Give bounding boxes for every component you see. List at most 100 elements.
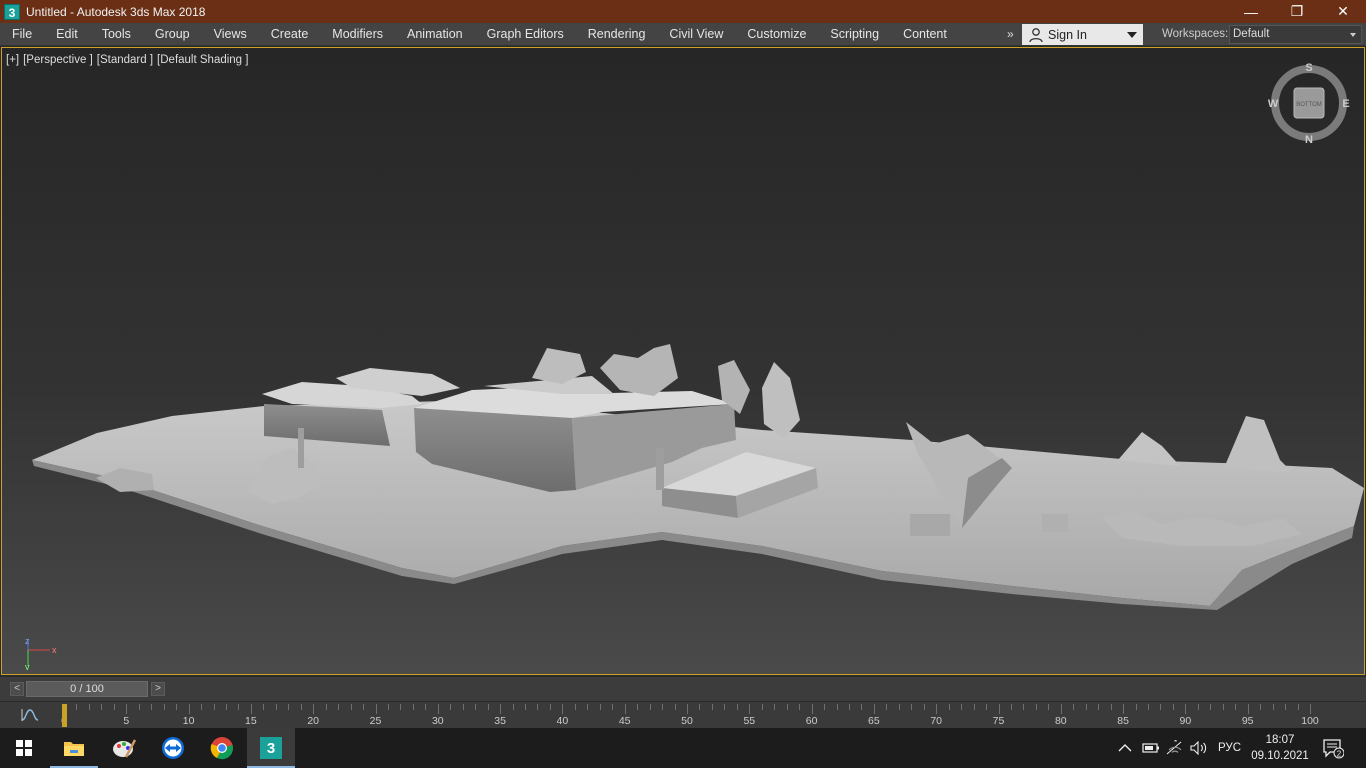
- taskbar-file-explorer[interactable]: [50, 728, 98, 768]
- time-slider[interactable]: < 0 / 100 >: [0, 677, 1366, 701]
- frame-tick: [1110, 704, 1112, 710]
- terrain-mesh[interactable]: [2, 48, 1365, 675]
- 3dsmax-app-icon[interactable]: 3: [4, 3, 20, 20]
- frame-tick: [662, 704, 664, 710]
- frame-tick: [1135, 704, 1137, 710]
- frame-tick: [774, 704, 776, 710]
- frame-tick: [674, 704, 676, 710]
- viewcube[interactable]: BOTTOM S W E N: [1268, 62, 1350, 144]
- frame-tick-label: 15: [245, 715, 257, 727]
- paint-icon: [113, 739, 136, 758]
- frame-tick: [1085, 704, 1087, 710]
- notification-center-icon[interactable]: 2: [1322, 737, 1344, 759]
- minimize-button[interactable]: —: [1228, 0, 1274, 23]
- frame-tick: [201, 704, 203, 710]
- menu-modifiers[interactable]: Modifiers: [320, 23, 395, 46]
- start-button[interactable]: [0, 728, 48, 768]
- wifi-icon[interactable]: *: [1166, 740, 1184, 756]
- taskbar-clock[interactable]: 18:07 09.10.2021: [1248, 732, 1312, 764]
- viewcube-face-label: BOTTOM: [1296, 102, 1322, 108]
- notification-count: 2: [1337, 750, 1342, 759]
- menu-edit[interactable]: Edit: [44, 23, 90, 46]
- frame-tick: [1310, 704, 1311, 714]
- frame-tick-label: 70: [930, 715, 943, 727]
- menu-tools[interactable]: Tools: [90, 23, 143, 46]
- windows-start-icon: [16, 740, 32, 756]
- tree-right: [762, 362, 800, 438]
- close-button[interactable]: ✕: [1320, 0, 1366, 23]
- frame-tick: [462, 704, 464, 710]
- frame-tick: [861, 704, 863, 710]
- time-slider-thumb[interactable]: 0 / 100: [26, 681, 148, 697]
- hill-right-2: [1224, 416, 1292, 472]
- system-tray: * РУС: [1118, 728, 1241, 768]
- mini-curve-editor-icon[interactable]: [20, 708, 40, 722]
- frame-tick: [1272, 704, 1274, 710]
- frame-tick: [587, 704, 589, 710]
- volume-icon[interactable]: [1190, 741, 1208, 755]
- viewcube-compass-e: E: [1342, 98, 1349, 110]
- battery-icon[interactable]: [1142, 742, 1160, 754]
- chevron-down-icon: [1350, 33, 1356, 37]
- sign-in-dropdown[interactable]: Sign In: [1022, 24, 1143, 45]
- menu-views[interactable]: Views: [202, 23, 259, 46]
- hill-right-1: [1118, 432, 1180, 466]
- frame-tick: [1222, 704, 1224, 710]
- chevron-up-icon[interactable]: [1118, 743, 1132, 753]
- menu-civil-view[interactable]: Civil View: [657, 23, 735, 46]
- menu-rendering[interactable]: Rendering: [576, 23, 658, 46]
- frame-tick: [923, 704, 925, 710]
- taskbar-paint[interactable]: [100, 728, 148, 768]
- 3dsmax-icon: 3: [260, 737, 282, 759]
- taskbar-chrome[interactable]: [198, 728, 246, 768]
- taskbar-3dsmax[interactable]: 3: [247, 728, 295, 768]
- previous-frame-button[interactable]: <: [10, 682, 24, 696]
- menu-group[interactable]: Group: [143, 23, 202, 46]
- frame-tick: [88, 704, 90, 710]
- frame-tick-label: 40: [556, 715, 569, 727]
- menu-scripting[interactable]: Scripting: [818, 23, 891, 46]
- input-language-indicator[interactable]: РУС: [1218, 742, 1241, 754]
- frame-tick: [886, 704, 888, 710]
- restore-button[interactable]: ❐: [1274, 0, 1320, 23]
- frame-tick: [1260, 704, 1262, 710]
- viewcube-compass-w: W: [1268, 98, 1279, 110]
- frame-tick: [873, 704, 875, 714]
- menu-graph-editors[interactable]: Graph Editors: [475, 23, 576, 46]
- frame-tick: [1060, 704, 1062, 714]
- track-bar[interactable]: 0510152025303540455055606570758085909510…: [0, 701, 1366, 728]
- menu-customize[interactable]: Customize: [735, 23, 818, 46]
- workspaces-select[interactable]: Default: [1229, 25, 1362, 44]
- frame-tick-label: 60: [805, 715, 818, 727]
- frame-tick: [1023, 704, 1025, 710]
- frame-tick: [1247, 704, 1249, 714]
- frame-tick: [437, 704, 439, 714]
- frame-tick: [275, 704, 277, 710]
- frame-tick-label: 100: [1301, 715, 1319, 727]
- frame-tick: [1148, 704, 1150, 710]
- window-title: Untitled - Autodesk 3ds Max 2018: [26, 4, 206, 19]
- frame-tick: [113, 704, 115, 710]
- menu-create[interactable]: Create: [259, 23, 321, 46]
- menu-overflow-button[interactable]: »: [1007, 23, 1021, 46]
- perspective-viewport[interactable]: [+] [Perspective ] [Standard ] [Default …: [1, 47, 1365, 675]
- frame-ruler[interactable]: 0510152025303540455055606570758085909510…: [61, 702, 1322, 729]
- taskbar-teamviewer[interactable]: [149, 728, 197, 768]
- frame-tick-label: 25: [369, 715, 382, 727]
- menu-content[interactable]: Content: [891, 23, 959, 46]
- menu-file[interactable]: File: [0, 23, 44, 46]
- frame-tick: [998, 704, 1000, 714]
- frame-tick: [1010, 704, 1012, 710]
- current-frame-marker[interactable]: [62, 704, 67, 727]
- viewcube-compass-n: N: [1305, 134, 1313, 144]
- frame-tick: [986, 704, 988, 710]
- frame-tick: [1048, 704, 1050, 710]
- next-frame-button[interactable]: >: [151, 682, 165, 696]
- frame-tick: [599, 704, 601, 710]
- frame-tick: [151, 704, 153, 710]
- frame-tick: [1172, 704, 1174, 710]
- frame-tick: [1197, 704, 1199, 710]
- menu-animation[interactable]: Animation: [395, 23, 475, 46]
- frame-tick-label: 45: [618, 715, 631, 727]
- frame-tick: [811, 704, 813, 714]
